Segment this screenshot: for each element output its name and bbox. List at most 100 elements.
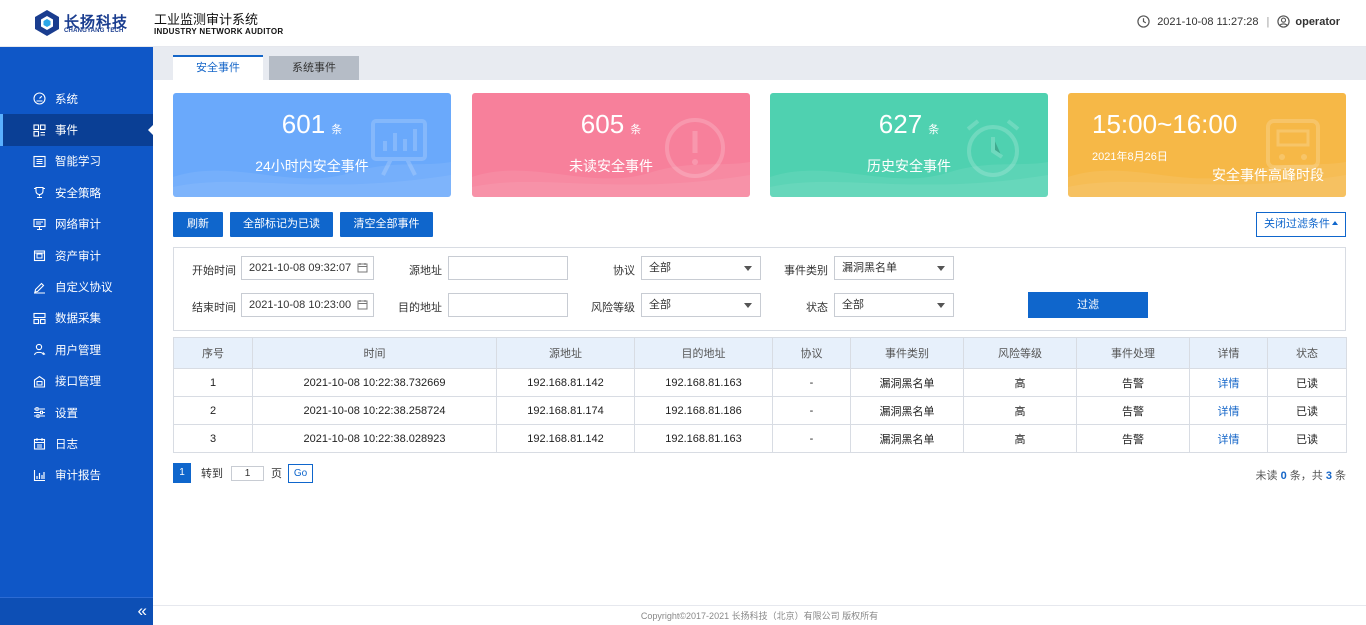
protocol-select[interactable]: 全部 (641, 256, 761, 280)
table-row[interactable]: 2 2021-10-08 10:22:38.258724 192.168.81.… (173, 396, 1347, 425)
cell-handling: 告警 (1076, 368, 1190, 397)
sidebar-item-user-management[interactable]: 用户管理 (0, 334, 153, 365)
end-time-label: 结束时间 (192, 302, 236, 314)
src-address-input[interactable] (448, 256, 568, 280)
top-header: 长扬科技 CHANGYANG TECH 工业监测审计系统 INDUSTRY NE… (0, 0, 1366, 47)
sidebar-item-logs[interactable]: 日志 (0, 428, 153, 459)
stat-card-24h-events: 601 条 24小时内安全事件 (173, 93, 451, 197)
cell-handling: 告警 (1076, 424, 1190, 453)
cell-src: 192.168.81.142 (496, 424, 635, 453)
gauge-icon (33, 92, 46, 105)
sidebar-item-label: 系统 (55, 93, 78, 106)
page-unit-label: 页 (271, 468, 282, 480)
stat-card-history-events: 627 条 历史安全事件 (770, 93, 1048, 197)
detail-link[interactable]: 详情 (1189, 396, 1268, 425)
sidebar-item-label: 用户管理 (55, 344, 101, 357)
sidebar-item-learning[interactable]: 智能学习 (0, 146, 153, 177)
event-category-select[interactable]: 漏洞黑名单 (834, 256, 954, 280)
card-unit: 条 (928, 124, 940, 136)
sidebar-item-settings[interactable]: 设置 (0, 397, 153, 428)
clear-all-events-button[interactable]: 清空全部事件 (340, 212, 433, 237)
main-content: 安全事件 系统事件 601 条 24小时内安全事件 605 条 未读安全事件 627… (153, 47, 1366, 625)
stat-card-unread-events: 605 条 未读安全事件 (472, 93, 750, 197)
go-button[interactable]: Go (288, 463, 313, 483)
current-datetime: 2021-10-08 11:27:28 (1157, 15, 1259, 28)
pagination: 1 转到 1 页 Go (173, 463, 313, 483)
table-row[interactable]: 3 2021-10-08 10:22:38.028923 192.168.81.… (173, 424, 1347, 453)
sidebar-item-data-collect[interactable]: 数据采集 (0, 303, 153, 334)
summary-suffix: 条 (1335, 470, 1346, 482)
detail-link[interactable]: 详情 (1189, 424, 1268, 453)
start-time-label: 开始时间 (192, 265, 236, 277)
table-row[interactable]: 1 2021-10-08 10:22:38.732669 192.168.81.… (173, 368, 1347, 397)
logo: 长扬科技 CHANGYANG TECH (34, 9, 134, 39)
user-icon[interactable] (1277, 15, 1291, 28)
sidebar-item-custom-protocol[interactable]: 自定义协议 (0, 271, 153, 302)
risk-level-select[interactable]: 全部 (641, 293, 761, 317)
tab-security-events[interactable]: 安全事件 (173, 55, 263, 80)
cell-category: 漏洞黑名单 (850, 396, 964, 425)
sidebar-item-policy[interactable]: 安全策略 (0, 177, 153, 208)
sidebar-item-label: 审计报告 (55, 470, 101, 483)
card-label: 24小时内安全事件 (255, 158, 369, 174)
col-index: 序号 (173, 337, 253, 369)
goto-page-input[interactable]: 1 (231, 465, 264, 481)
sidebar-item-label: 接口管理 (55, 376, 101, 389)
events-table: 序号 时间 源地址 目的地址 协议 事件类别 风险等级 事件处理 详情 状态 1… (173, 337, 1347, 453)
sidebar-item-system[interactable]: 系统 (0, 83, 153, 114)
dst-address-input[interactable] (448, 293, 568, 317)
mark-all-read-button[interactable]: 全部标记为已读 (230, 212, 333, 237)
sidebar-item-interface-management[interactable]: 接口管理 (0, 366, 153, 397)
filter-submit-button[interactable]: 过滤 (1028, 292, 1148, 318)
cell-dst: 192.168.81.186 (634, 396, 773, 425)
sidebar-item-network-audit[interactable]: 网络审计 (0, 209, 153, 240)
sidebar-item-label: 日志 (55, 438, 78, 451)
tab-system-events[interactable]: 系统事件 (269, 56, 359, 80)
interface-icon (33, 375, 46, 388)
refresh-button[interactable]: 刷新 (173, 212, 223, 237)
sidebar-item-events[interactable]: 事件 (0, 114, 153, 147)
cell-protocol: - (772, 368, 851, 397)
card-label: 未读安全事件 (569, 158, 653, 174)
table-header: 序号 时间 源地址 目的地址 协议 事件类别 风险等级 事件处理 详情 状态 (173, 337, 1347, 369)
chevron-down-icon (744, 266, 752, 271)
status-select[interactable]: 全部 (834, 293, 954, 317)
detail-link[interactable]: 详情 (1189, 368, 1268, 397)
username[interactable]: operator (1295, 16, 1340, 28)
card-count-line: 601 条 (173, 109, 451, 140)
sidebar-item-label: 安全策略 (55, 187, 101, 200)
chevron-down-icon (937, 303, 945, 308)
sidebar-item-label: 智能学习 (55, 156, 101, 169)
summary-unread-prefix: 未读 (1255, 470, 1278, 482)
logo-hex-icon (35, 10, 59, 36)
risk-level-value: 全部 (649, 299, 671, 311)
sidebar-item-audit-report[interactable]: 审计报告 (0, 460, 153, 491)
collapse-sidebar-icon[interactable]: « (138, 602, 147, 620)
col-src: 源地址 (496, 337, 635, 369)
page-current[interactable]: 1 (173, 463, 191, 483)
protocol-label: 协议 (613, 265, 635, 277)
toggle-filter-button[interactable]: 关闭过滤条件 (1256, 212, 1346, 237)
card-count: 601 (281, 109, 326, 139)
protocol-value: 全部 (649, 262, 671, 274)
dst-address-label: 目的地址 (398, 302, 442, 314)
data-collect-icon (33, 312, 46, 325)
sidebar-item-label: 资产审计 (55, 250, 101, 263)
event-list-icon (33, 124, 46, 137)
system-subtitle: INDUSTRY NETWORK AUDITOR (154, 27, 284, 36)
col-detail: 详情 (1189, 337, 1268, 369)
cell-dst: 192.168.81.163 (634, 424, 773, 453)
sidebar-item-asset-audit[interactable]: 资产审计 (0, 240, 153, 271)
cell-time: 2021-10-08 10:22:38.732669 (252, 368, 497, 397)
filter-panel: 开始时间 2021-10-08 09:32:07 结束时间 2021-10-08… (173, 247, 1346, 331)
start-time-value: 2021-10-08 09:32:07 (249, 262, 352, 274)
cell-index: 2 (173, 396, 253, 425)
card-label: 安全事件高峰时段 (1212, 167, 1324, 183)
cell-status: 已读 (1267, 368, 1347, 397)
col-handling: 事件处理 (1076, 337, 1190, 369)
end-time-input[interactable]: 2021-10-08 10:23:00 (241, 293, 374, 317)
start-time-input[interactable]: 2021-10-08 09:32:07 (241, 256, 374, 280)
tab-bar: 安全事件 系统事件 (153, 47, 1366, 80)
col-category: 事件类别 (850, 337, 964, 369)
system-title: 工业监测审计系统 (154, 12, 259, 27)
